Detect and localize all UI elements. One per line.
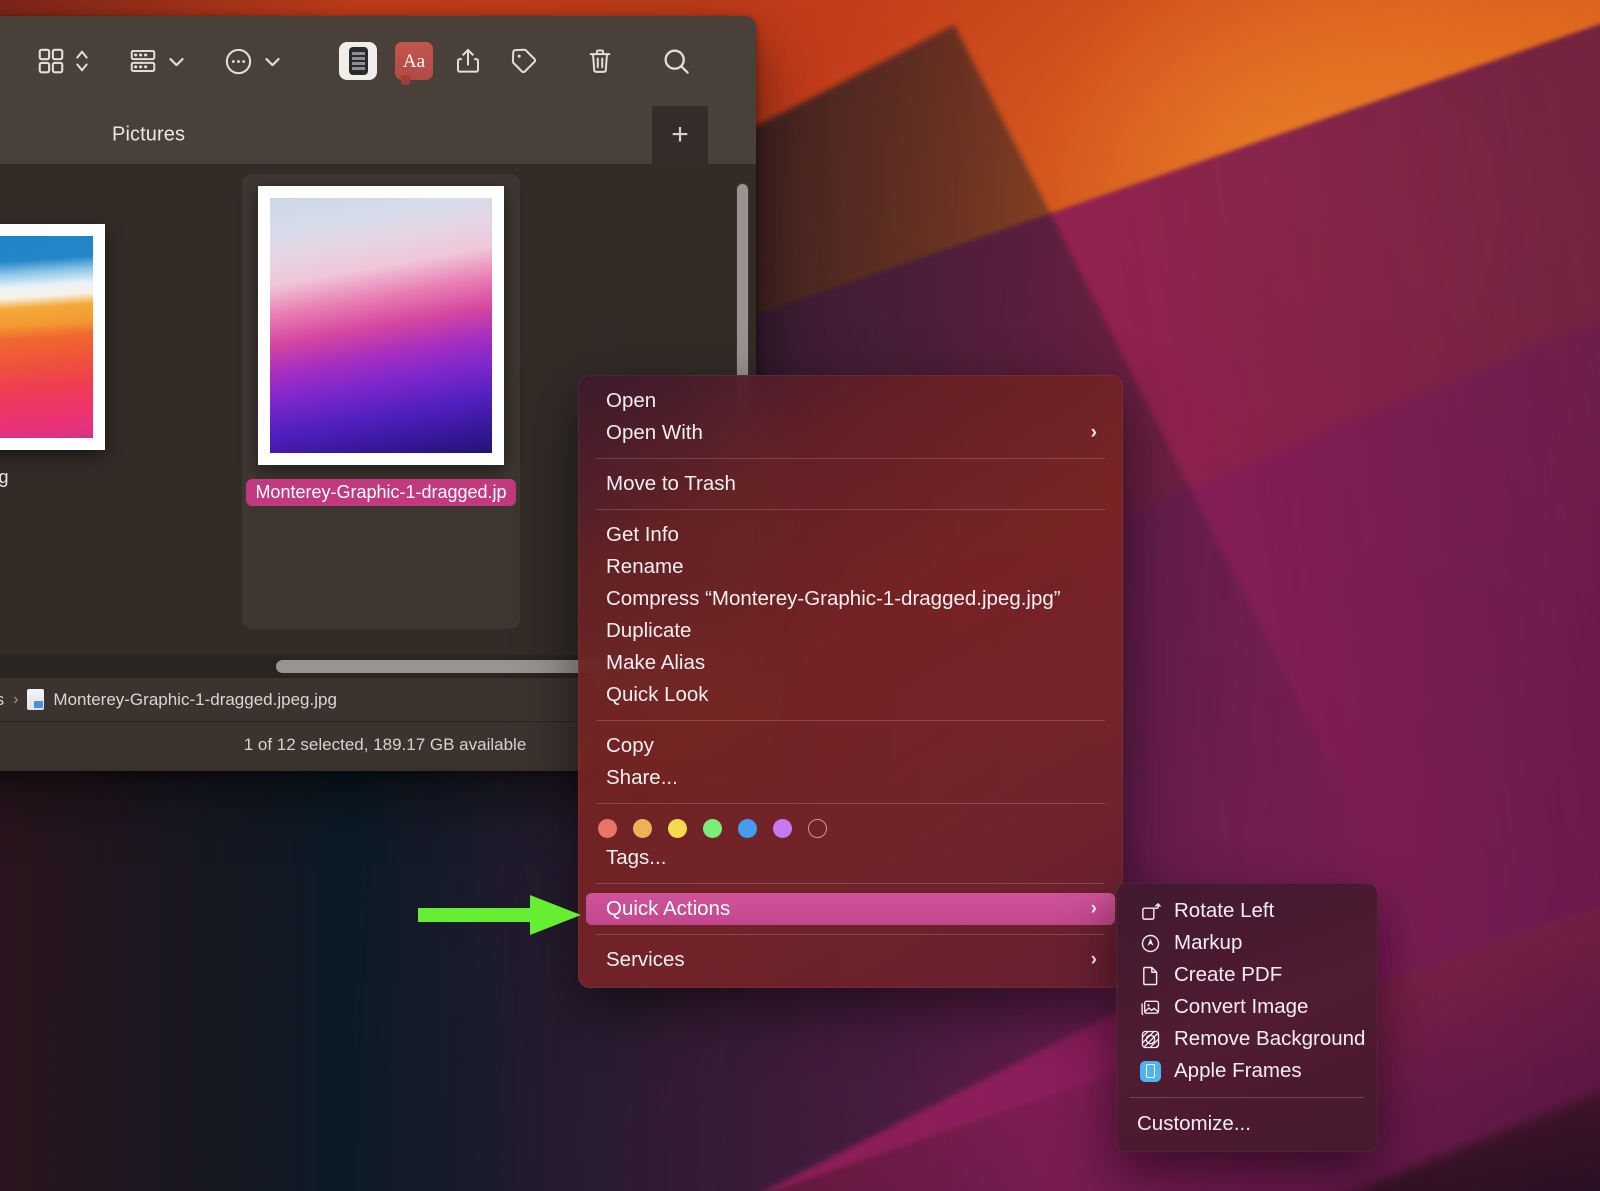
menu-item-copy[interactable]: Copy: [586, 730, 1115, 762]
tag-purple[interactable]: [773, 819, 792, 838]
menu-item-duplicate[interactable]: Duplicate: [586, 615, 1115, 647]
remove-background-icon: [1137, 1027, 1163, 1051]
menu-item-label: Quick Look: [606, 683, 709, 707]
menu-item-label: Rename: [606, 555, 684, 579]
document-icon: [1137, 963, 1163, 987]
submenu-item-customize[interactable]: Customize...: [1123, 1108, 1371, 1140]
submenu-item-label: Markup: [1174, 931, 1242, 955]
submenu-item-label: Rotate Left: [1174, 899, 1274, 923]
menu-item-quick-actions[interactable]: Quick Actions ›: [586, 893, 1115, 925]
submenu-item-apple-frames[interactable]: Apple Frames: [1123, 1055, 1371, 1087]
menu-item-label: Services: [606, 948, 685, 972]
menu-item-compress[interactable]: Compress “Monterey-Graphic-1-dragged.jpe…: [586, 583, 1115, 615]
menu-separator: [596, 509, 1105, 510]
group-by-button[interactable]: [128, 46, 158, 76]
file-icon: [27, 689, 44, 710]
monterey-wallpaper-thumb: [270, 198, 492, 453]
delete-button[interactable]: [585, 46, 615, 76]
file-thumbnail: [258, 186, 504, 465]
submenu-item-convert-image[interactable]: Convert Image: [1123, 991, 1371, 1023]
submenu-item-create-pdf[interactable]: Create PDF: [1123, 959, 1371, 991]
menu-item-get-info[interactable]: Get Info: [586, 519, 1115, 551]
tag-button[interactable]: [509, 46, 539, 76]
breadcrumb-file[interactable]: Monterey-Graphic-1-dragged.jpeg.jpg: [53, 690, 337, 710]
status-text: 1 of 12 selected, 189.17 GB available: [244, 735, 527, 755]
submenu-item-remove-background[interactable]: Remove Background: [1123, 1023, 1371, 1055]
list-item[interactable]: Monterey-Graphic-1-dragged.jp: [242, 186, 520, 506]
menu-item-label: Make Alias: [606, 651, 705, 675]
menu-item-label: Open With: [606, 421, 703, 445]
submenu-item-markup[interactable]: Markup: [1123, 927, 1371, 959]
tag-yellow[interactable]: [668, 819, 687, 838]
dictionary-app-icon[interactable]: Aa: [395, 42, 433, 80]
tag-green[interactable]: [703, 819, 722, 838]
photo-stack-icon: [1137, 995, 1163, 1019]
menu-item-share[interactable]: Share...: [586, 762, 1115, 794]
submenu-item-label: Convert Image: [1174, 995, 1308, 1019]
quick-actions-submenu[interactable]: Rotate Left Markup Create PDF: [1116, 883, 1378, 1152]
finder-tabbar: Pictures +: [0, 106, 756, 164]
bigsur-wallpaper-thumb: [0, 236, 93, 438]
menu-item-open-with[interactable]: Open With ›: [586, 417, 1115, 449]
apple-frames-shortcut-icon[interactable]: [339, 42, 377, 80]
menu-item-label: Open: [606, 389, 656, 413]
breadcrumb-folder[interactable]: ictures: [0, 690, 4, 710]
menu-item-label: Copy: [606, 734, 654, 758]
tag-red[interactable]: [598, 819, 617, 838]
green-pointer-arrow: [418, 893, 581, 937]
finder-toolbar: Aa: [0, 16, 756, 106]
file-label-selected[interactable]: Monterey-Graphic-1-dragged.jp: [246, 479, 515, 506]
menu-item-make-alias[interactable]: Make Alias: [586, 647, 1115, 679]
submenu-item-label: Remove Background: [1174, 1027, 1365, 1051]
menu-separator: [596, 720, 1105, 721]
menu-item-label: Compress “Monterey-Graphic-1-dragged.jpe…: [606, 587, 1061, 611]
menu-item-label: Move to Trash: [606, 472, 736, 496]
rotate-left-icon: [1137, 899, 1163, 923]
new-tab-button[interactable]: +: [652, 106, 708, 164]
submenu-item-label: Customize...: [1137, 1112, 1251, 1136]
tag-color-row[interactable]: [578, 813, 1123, 842]
submenu-separator: [1130, 1097, 1364, 1098]
menu-item-quick-look[interactable]: Quick Look: [586, 679, 1115, 711]
icon-view-button[interactable]: [36, 46, 66, 76]
menu-item-label: Duplicate: [606, 619, 691, 643]
share-button[interactable]: [453, 46, 483, 76]
menu-separator: [596, 934, 1105, 935]
markup-icon: [1137, 931, 1163, 955]
context-menu[interactable]: Open Open With › Move to Trash Get Info …: [578, 375, 1123, 988]
tag-orange[interactable]: [633, 819, 652, 838]
menu-item-move-to-trash[interactable]: Move to Trash: [586, 468, 1115, 500]
breadcrumb-separator: ›: [13, 691, 18, 709]
tag-none[interactable]: [808, 819, 827, 838]
group-by-chevron-down-icon[interactable]: [168, 53, 185, 70]
apple-frames-icon: [1137, 1059, 1163, 1083]
chevron-right-icon: ›: [1091, 898, 1097, 920]
view-sort-stepper[interactable]: [74, 46, 90, 76]
menu-item-label: Quick Actions: [606, 897, 730, 921]
tag-blue[interactable]: [738, 819, 757, 838]
more-actions-button[interactable]: [223, 46, 254, 77]
submenu-item-label: Apple Frames: [1174, 1059, 1302, 1083]
more-actions-chevron-down-icon[interactable]: [264, 53, 281, 70]
tab-pictures[interactable]: Pictures: [112, 124, 185, 147]
menu-separator: [596, 803, 1105, 804]
finder-titlebar: Aa: [0, 16, 756, 106]
file-label[interactable]: 1.jpeg: [0, 464, 18, 491]
menu-item-label: Get Info: [606, 523, 679, 547]
menu-item-label: Tags...: [606, 846, 666, 870]
chevron-right-icon: ›: [1091, 949, 1097, 971]
chevron-right-icon: ›: [1091, 422, 1097, 444]
menu-item-label-share: Share...: [606, 766, 678, 790]
menu-item-rename[interactable]: Rename: [586, 551, 1115, 583]
menu-item-open[interactable]: Open: [586, 385, 1115, 417]
menu-item-tags[interactable]: Tags...: [586, 842, 1115, 874]
menu-item-services[interactable]: Services ›: [586, 944, 1115, 976]
file-thumbnail: [0, 224, 105, 450]
search-button[interactable]: [661, 46, 692, 77]
menu-separator: [596, 883, 1105, 884]
submenu-item-rotate-left[interactable]: Rotate Left: [1123, 895, 1371, 927]
submenu-item-label: Create PDF: [1174, 963, 1282, 987]
list-item[interactable]: 1.jpeg: [0, 224, 134, 491]
menu-separator: [596, 458, 1105, 459]
